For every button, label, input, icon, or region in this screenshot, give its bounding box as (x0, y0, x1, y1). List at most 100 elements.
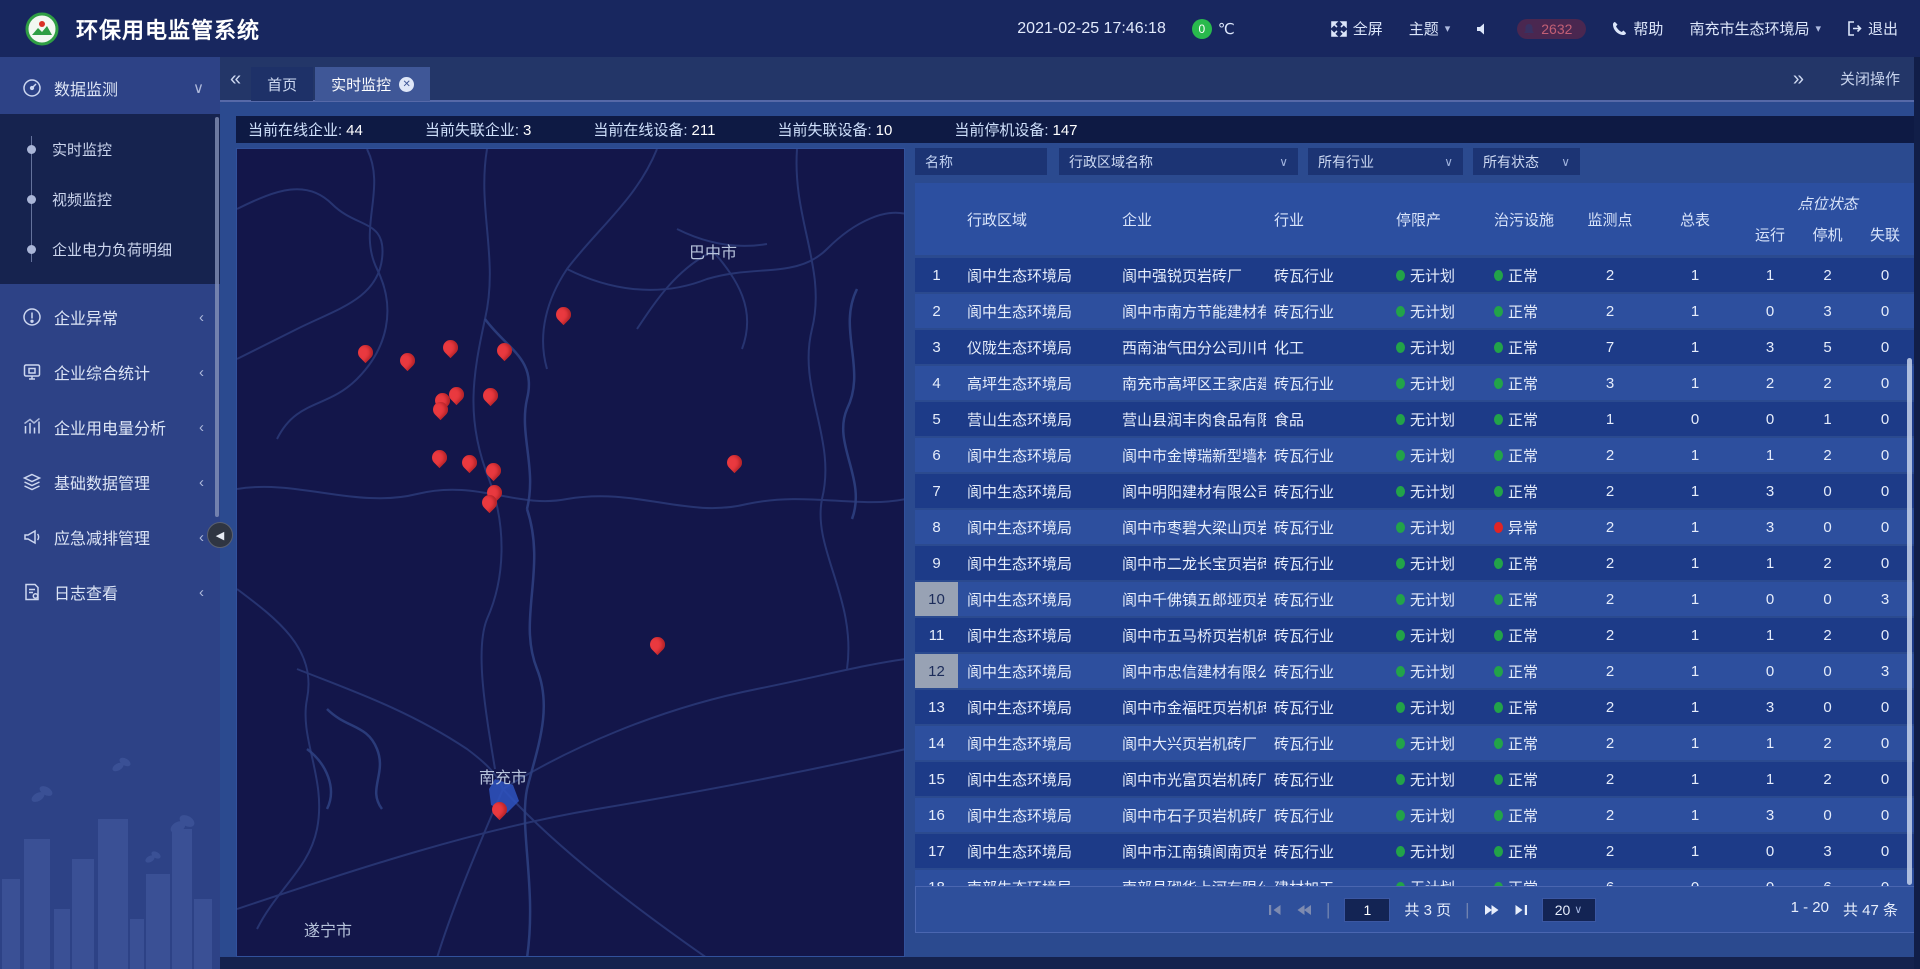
name-search-input[interactable] (915, 148, 1047, 175)
table-row[interactable]: 18 南部生态环境局 南部县砌华上河有限公 建材加工 无计划 正常 6 0 0 … (915, 870, 1915, 886)
status-select[interactable]: 所有状态 ∨ (1473, 148, 1580, 175)
cell-company: 阆中大兴页岩机砖厂 (1112, 726, 1266, 760)
column-header-1[interactable]: 行政区域 (958, 202, 1112, 236)
help-button[interactable]: 帮助 (1612, 18, 1663, 39)
table-row[interactable]: 10 阆中生态环境局 阆中千佛镇五郎垭页岩 砖瓦行业 无计划 正常 2 1 0 … (915, 582, 1915, 616)
table-row[interactable]: 4 高坪生态环境局 南充市高坪区王家店建 砖瓦行业 无计划 正常 3 1 2 2… (915, 366, 1915, 400)
map-pin[interactable] (483, 388, 499, 410)
map-pin[interactable] (449, 387, 465, 409)
page-scrollbar-track[interactable] (1914, 57, 1920, 969)
tabs-scroll-left-icon[interactable]: « (220, 69, 251, 89)
table-row[interactable]: 13 阆中生态环境局 阆中市金福旺页岩机砖 砖瓦行业 无计划 正常 2 1 3 … (915, 690, 1915, 724)
column-header-7[interactable]: 总表 (1650, 202, 1740, 236)
map-pin[interactable] (727, 455, 743, 477)
sidebar-item-0[interactable]: 数据监测 ∨ (0, 66, 220, 110)
map-pin[interactable] (462, 455, 478, 477)
table-row[interactable]: 1 阆中生态环境局 阆中强锐页岩砖厂 砖瓦行业 无计划 正常 2 1 1 2 0 (915, 258, 1915, 292)
map-pin[interactable] (358, 345, 374, 367)
map-pin[interactable] (482, 495, 498, 517)
tab-1[interactable]: 实时监控 ✕ (315, 67, 430, 101)
industry-select[interactable]: 所有行业 ∨ (1308, 148, 1463, 175)
table-row[interactable]: 9 阆中生态环境局 阆中市二龙长宝页岩砖 砖瓦行业 无计划 正常 2 1 1 2… (915, 546, 1915, 580)
map-pin[interactable] (497, 343, 513, 365)
sidebar-scrollbar[interactable] (215, 117, 219, 517)
column-header-停机[interactable]: 停机 (1800, 224, 1855, 245)
column-header-5[interactable]: 治污设施 (1480, 202, 1570, 236)
column-header-6[interactable]: 监测点 (1570, 202, 1650, 236)
sidebar-subitem[interactable]: 视频监控 (0, 174, 220, 224)
map-pin[interactable] (400, 353, 416, 375)
map-pin[interactable] (443, 340, 459, 362)
next-page-button[interactable] (1484, 904, 1500, 916)
table-row[interactable]: 12 阆中生态环境局 阆中市忠信建材有限公 砖瓦行业 无计划 正常 2 1 0 … (915, 654, 1915, 688)
region-select[interactable]: 行政区域名称 ∨ (1059, 148, 1298, 175)
tab-0[interactable]: 首页 (251, 67, 313, 101)
column-header-失联[interactable]: 失联 (1855, 224, 1915, 245)
cell-facility: 正常 (1480, 690, 1570, 724)
sidebar-item-2[interactable]: 企业综合统计 ‹ (0, 350, 220, 394)
map-pin[interactable] (432, 450, 448, 472)
column-header-2[interactable]: 企业 (1112, 202, 1266, 236)
mute-button[interactable] (1476, 22, 1491, 36)
sidebar-subitem[interactable]: 企业电力负荷明细 (0, 224, 220, 274)
status-dot-green-icon (1396, 486, 1405, 497)
table-row[interactable]: 17 阆中生态环境局 阆中市江南镇阆南页岩 砖瓦行业 无计划 正常 2 1 0 … (915, 834, 1915, 868)
user-org-dropdown[interactable]: 南充市生态环境局 ▾ (1689, 18, 1821, 39)
page-number-input[interactable] (1344, 898, 1390, 922)
cell-facility: 正常 (1480, 870, 1570, 886)
sidebar-item-1[interactable]: 企业异常 ‹ (0, 295, 220, 339)
cell-monitor-count: 2 (1570, 726, 1650, 760)
cell-run-count: 3 (1740, 474, 1800, 508)
status-select-value: 所有状态 (1483, 152, 1539, 172)
theme-dropdown[interactable]: 主题 ▾ (1409, 18, 1451, 39)
sidebar-item-label: 企业综合统计 (54, 360, 150, 384)
sidebar-item-5[interactable]: 应急减排管理 ‹ (0, 515, 220, 559)
fullscreen-button[interactable]: 全屏 (1331, 18, 1383, 39)
table-row[interactable]: 15 阆中生态环境局 阆中市光富页岩机砖厂 砖瓦行业 无计划 正常 2 1 1 … (915, 762, 1915, 796)
map-pin[interactable] (650, 637, 666, 659)
status-dot-green-icon (1494, 306, 1503, 317)
close-operations-button[interactable]: 关闭操作 (1840, 68, 1900, 89)
logout-button[interactable]: 退出 (1847, 18, 1898, 39)
map-collapse-button[interactable]: ◀ (207, 522, 233, 548)
table-row[interactable]: 2 阆中生态环境局 阆中市南方节能建材有 砖瓦行业 无计划 正常 2 1 0 3… (915, 294, 1915, 328)
first-page-button[interactable] (1268, 904, 1282, 916)
cell-run-count: 2 (1740, 366, 1800, 400)
map-pin[interactable] (492, 802, 508, 824)
map-pin[interactable] (556, 307, 572, 329)
cell-stop-plan: 无计划 (1390, 366, 1480, 400)
sidebar-subitem[interactable]: 实时监控 (0, 124, 220, 174)
page-size-value: 20 (1555, 902, 1571, 918)
last-page-button[interactable] (1514, 904, 1528, 916)
map-pin[interactable] (433, 402, 449, 424)
map-panel[interactable]: 巴中市南充市遂宁市 (236, 148, 905, 957)
page-size-select[interactable]: 20 ∨ (1542, 898, 1596, 922)
prev-page-button[interactable] (1296, 904, 1312, 916)
table-row[interactable]: 8 阆中生态环境局 阆中市枣碧大梁山页岩 砖瓦行业 无计划 异常 2 1 3 0… (915, 510, 1915, 544)
table-row[interactable]: 14 阆中生态环境局 阆中大兴页岩机砖厂 砖瓦行业 无计划 正常 2 1 1 2… (915, 726, 1915, 760)
temperature-value: 0 (1192, 19, 1212, 39)
sidebar-item-4[interactable]: 基础数据管理 ‹ (0, 460, 220, 504)
map-pin[interactable] (486, 463, 502, 485)
notification-badge[interactable]: 2632 (1517, 19, 1586, 39)
table-scrollbar[interactable] (1907, 358, 1912, 885)
tabs-scroll-right-icon[interactable]: » (1783, 69, 1814, 89)
chevron-down-icon: ∨ (1444, 155, 1453, 169)
sidebar-item-6[interactable]: 日志查看 ‹ (0, 570, 220, 614)
status-dot-green-icon (1494, 378, 1503, 389)
table-row[interactable]: 11 阆中生态环境局 阆中市五马桥页岩机砖 砖瓦行业 无计划 正常 2 1 1 … (915, 618, 1915, 652)
cell-lost-count: 0 (1855, 726, 1915, 760)
table-row[interactable]: 16 阆中生态环境局 阆中市石子页岩机砖厂 砖瓦行业 无计划 正常 2 1 3 … (915, 798, 1915, 832)
cell-stop-plan: 无计划 (1390, 834, 1480, 868)
bullet-icon (27, 245, 36, 254)
column-header-0[interactable] (915, 202, 958, 236)
column-header-3[interactable]: 行业 (1266, 202, 1390, 236)
table-row[interactable]: 5 营山生态环境局 营山县润丰肉食品有限 食品 无计划 正常 1 0 0 1 0 (915, 402, 1915, 436)
table-row[interactable]: 7 阆中生态环境局 阆中明阳建材有限公司 砖瓦行业 无计划 正常 2 1 3 0… (915, 474, 1915, 508)
close-icon[interactable]: ✕ (399, 77, 414, 92)
column-header-运行[interactable]: 运行 (1740, 224, 1800, 245)
sidebar-item-3[interactable]: 企业用电量分析 ‹ (0, 405, 220, 449)
table-row[interactable]: 6 阆中生态环境局 阆中市金博瑞新型墙材 砖瓦行业 无计划 正常 2 1 1 2… (915, 438, 1915, 472)
table-row[interactable]: 3 仪陇生态环境局 西南油气田分公司川中 化工 无计划 正常 7 1 3 5 0 (915, 330, 1915, 364)
column-header-4[interactable]: 停限产 (1390, 202, 1480, 236)
